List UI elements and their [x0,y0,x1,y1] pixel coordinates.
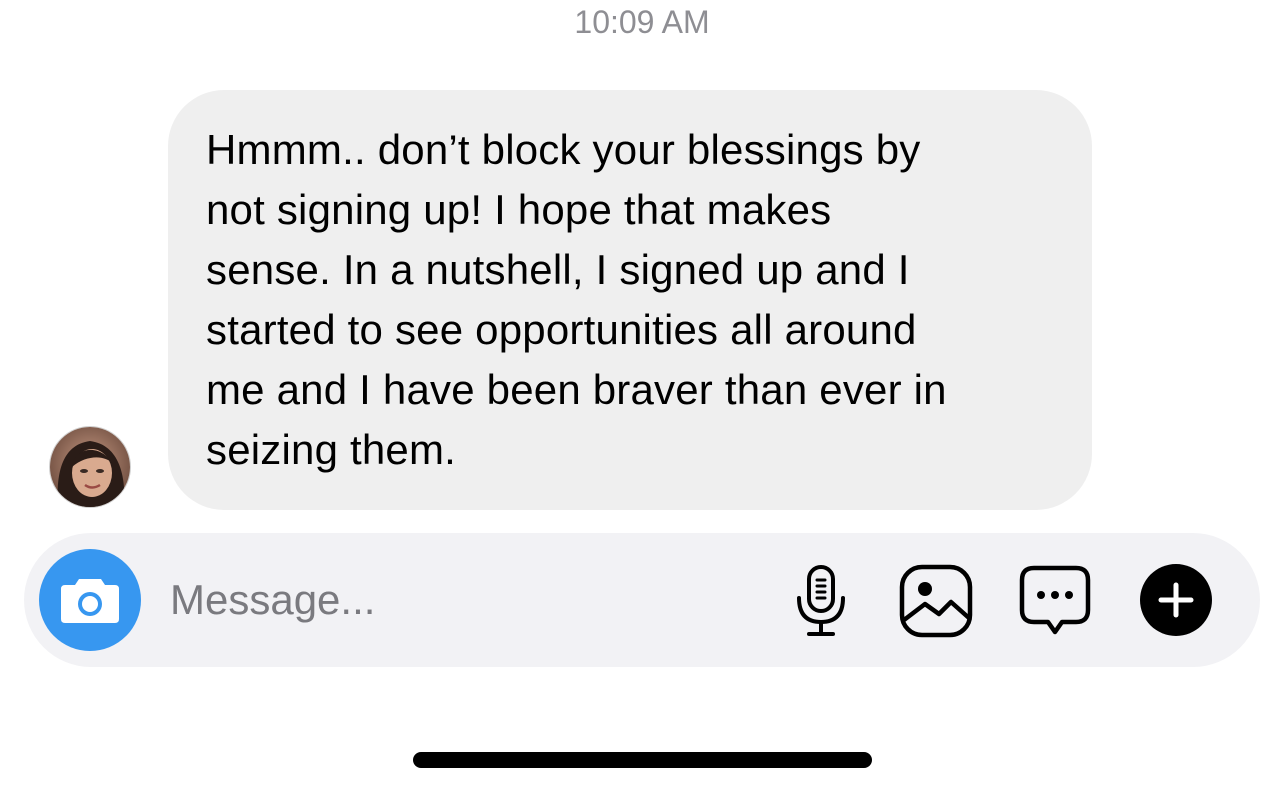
message-bubble[interactable]: Hmmm.. don’t block your blessings by not… [168,90,1092,510]
avatar-image [50,427,130,507]
camera-icon [61,579,119,623]
home-indicator[interactable] [413,752,872,768]
plus-icon [1158,582,1194,618]
message-timestamp: 10:09 AM [574,4,710,40]
sticker-button[interactable] [1017,563,1093,639]
add-button[interactable] [1140,564,1212,636]
microphone-button[interactable] [783,563,859,639]
camera-button[interactable] [39,549,141,651]
message-input[interactable] [170,568,750,632]
gallery-button[interactable] [898,563,974,639]
dm-thread-screen: 10:09 AM Hmmm.. don’t block your blessin… [0,0,1284,792]
microphone-icon [797,565,845,636]
contact-avatar[interactable] [49,426,131,508]
message-text: Hmmm.. don’t block your blessings by not… [206,126,947,473]
image-gallery-icon [899,564,973,638]
chat-bubble-more-icon [1019,565,1091,635]
